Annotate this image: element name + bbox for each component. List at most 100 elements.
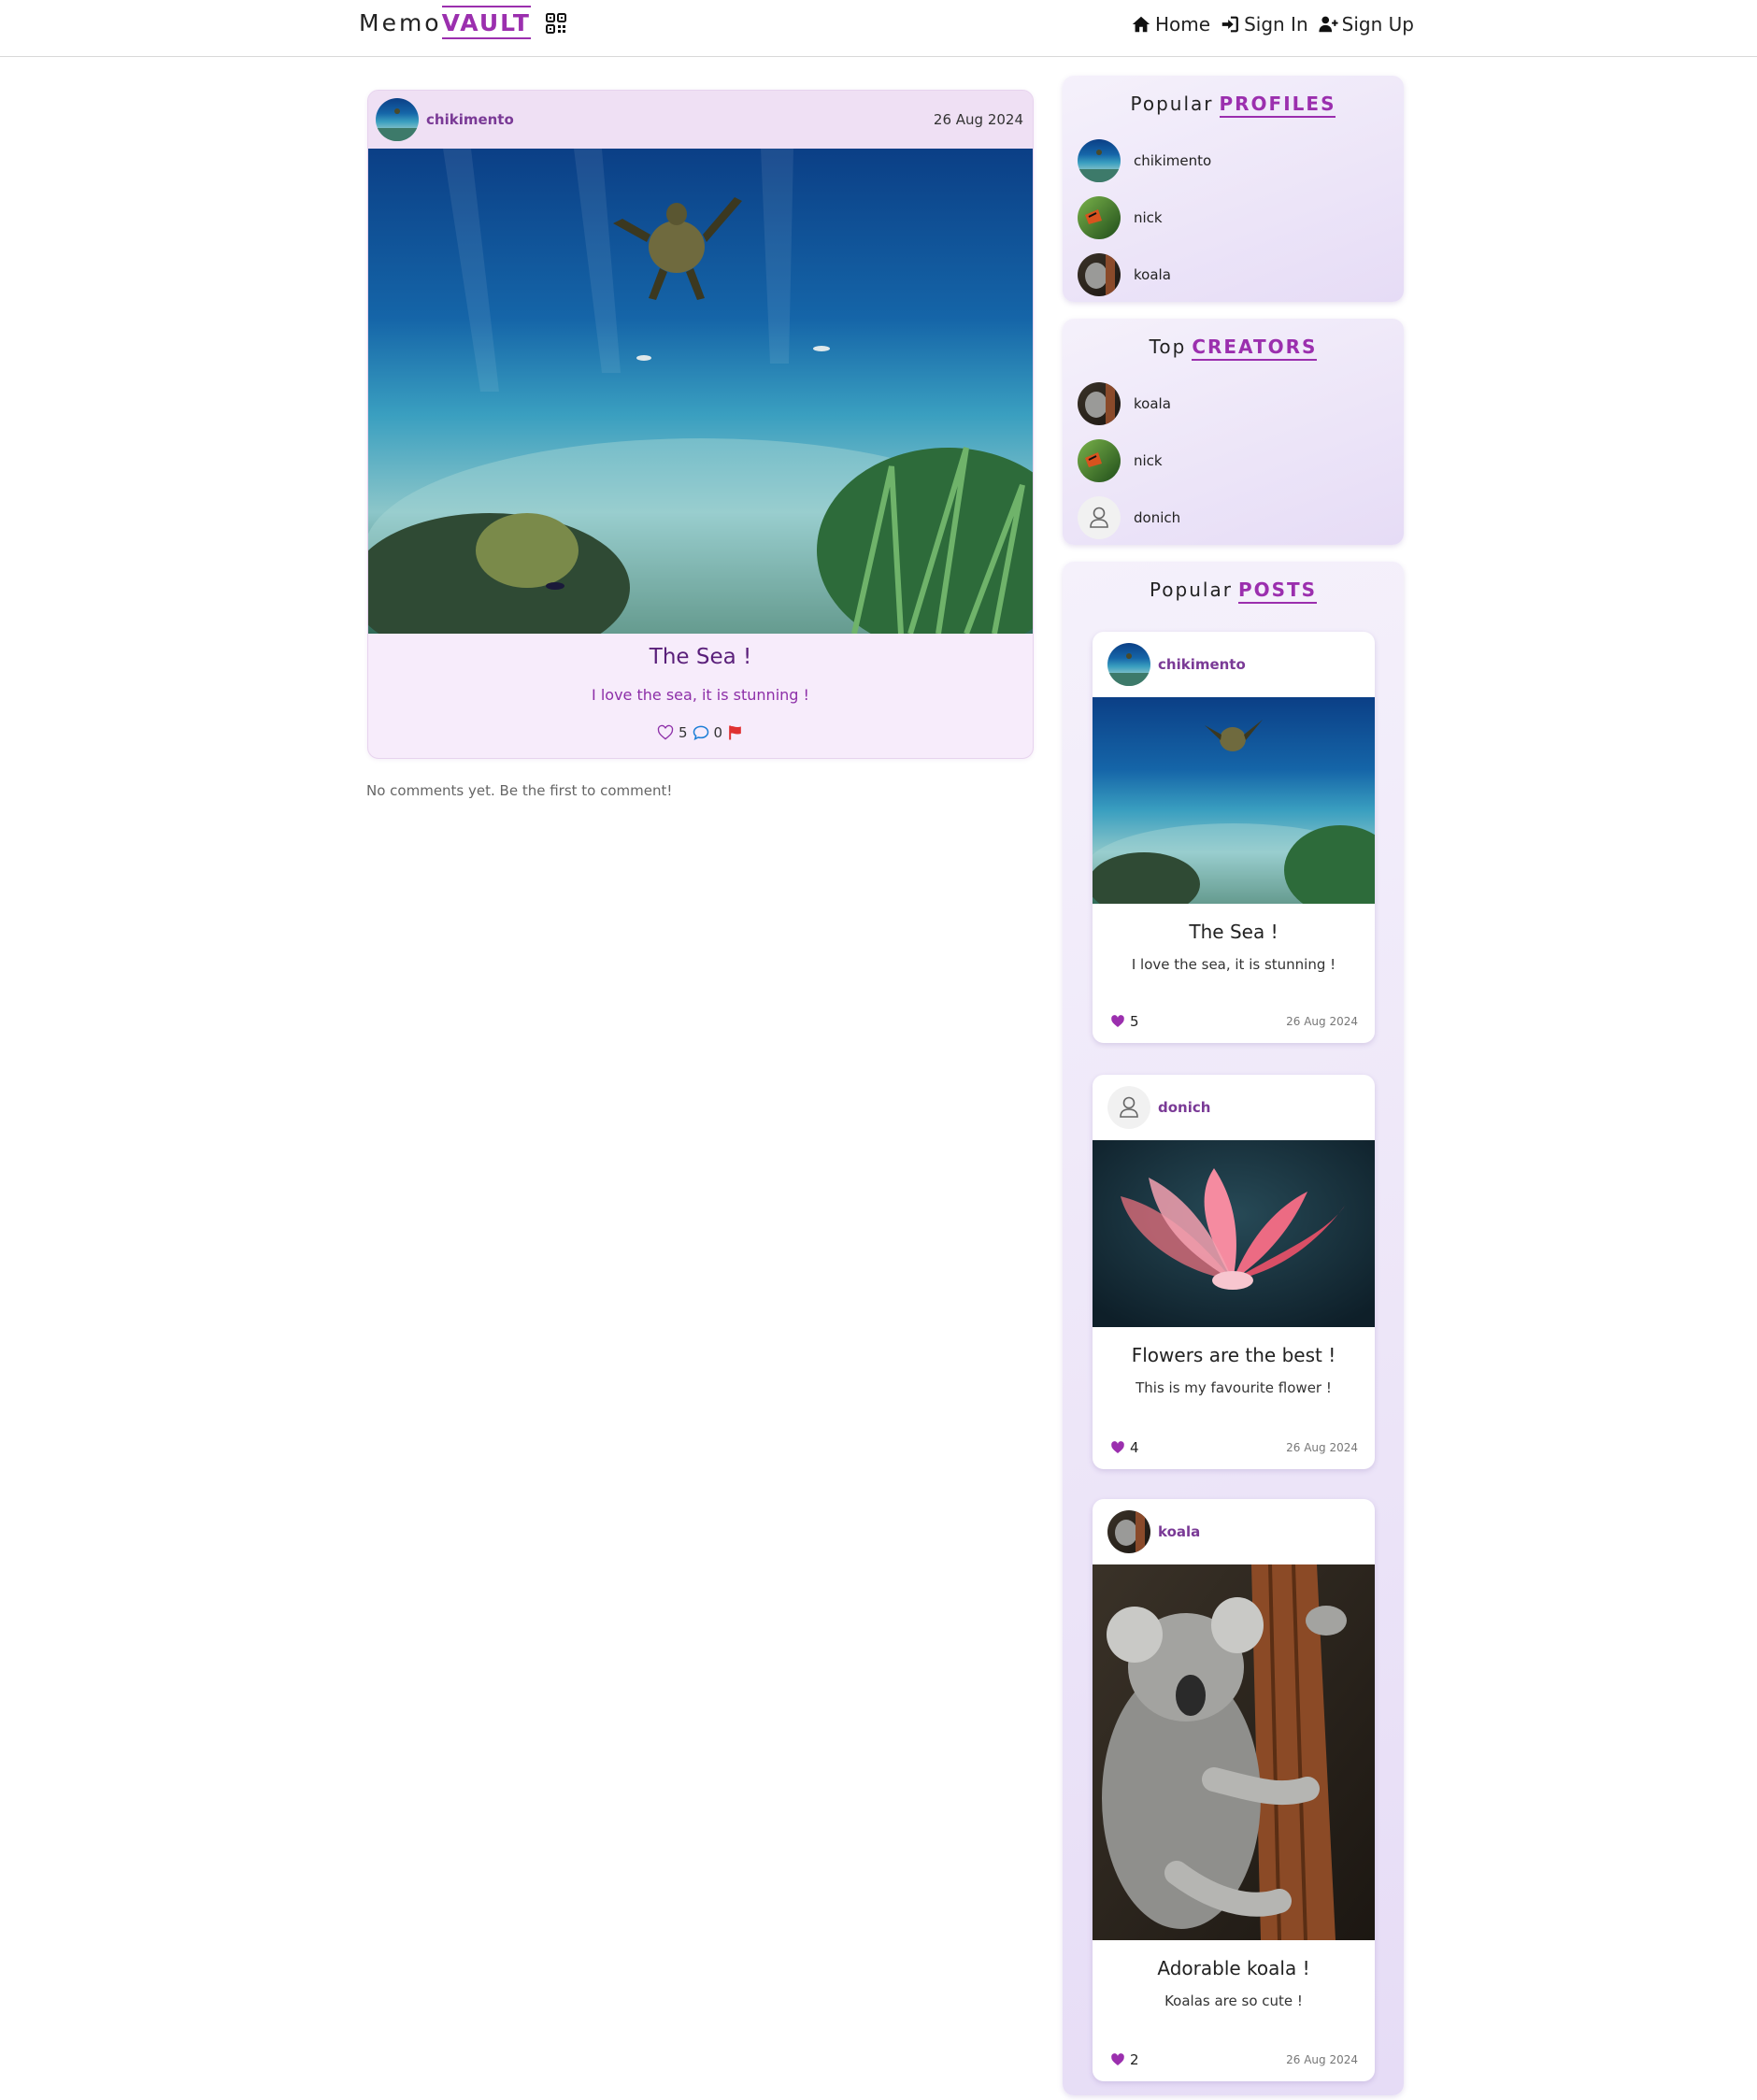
qr-code-icon xyxy=(546,13,566,34)
author-avatar[interactable] xyxy=(376,98,419,141)
popular-profiles-panel: Popular PROFILES chikimento nick koala xyxy=(1063,76,1404,302)
user-plus-icon xyxy=(1319,16,1338,33)
creator-item[interactable]: koala xyxy=(1078,375,1404,432)
mini-author-avatar xyxy=(1107,643,1150,686)
popular-profiles-title: Popular PROFILES xyxy=(1063,93,1404,118)
nav-sign-in-label: Sign In xyxy=(1244,13,1308,36)
heart-filled-icon xyxy=(1111,1015,1124,1027)
profile-item[interactable]: koala xyxy=(1078,246,1404,303)
nav-links: Home Sign In Sign Up xyxy=(1131,13,1414,36)
creator-item[interactable]: donich xyxy=(1078,489,1404,546)
mini-post-image xyxy=(1093,1140,1375,1327)
mini-like-count: 5 xyxy=(1130,1013,1139,1030)
mini-like-button[interactable]: 5 xyxy=(1109,1013,1139,1030)
post-date: 26 Aug 2024 xyxy=(933,111,1023,128)
brand-logo[interactable]: Memo VAULT xyxy=(359,6,566,43)
mini-post-header: chikimento xyxy=(1093,632,1375,697)
mini-author-avatar xyxy=(1107,1510,1150,1553)
creator-name: nick xyxy=(1134,451,1163,469)
panel-title-accent: CREATORS xyxy=(1192,336,1318,361)
creator-name: koala xyxy=(1134,394,1171,412)
top-creators-title: Top CREATORS xyxy=(1063,336,1404,361)
popular-post-card[interactable]: chikimento The Sea ! I love the sea, it … xyxy=(1093,632,1375,1043)
post-title: The Sea ! xyxy=(649,645,752,669)
mini-post-description: This is my favourite flower ! xyxy=(1136,1379,1332,1396)
post-image xyxy=(368,149,1033,634)
comment-count: 0 xyxy=(713,724,723,741)
comment-icon xyxy=(693,725,708,741)
brand-memo-text: Memo xyxy=(359,9,442,36)
comment-button[interactable]: 0 xyxy=(692,723,723,742)
report-button[interactable] xyxy=(726,723,745,742)
no-comments-text: No comments yet. Be the first to comment… xyxy=(366,782,673,799)
profile-list: chikimento nick koala xyxy=(1063,132,1404,303)
post-header: chikimento 26 Aug 2024 xyxy=(368,91,1033,149)
panel-title-plain: Popular xyxy=(1130,93,1214,115)
like-button[interactable]: 5 xyxy=(656,723,688,742)
panel-title-plain: Top xyxy=(1149,336,1187,358)
post-description: I love the sea, it is stunning ! xyxy=(592,686,809,704)
nav-sign-up-label: Sign Up xyxy=(1341,13,1414,36)
mini-post-header: donich xyxy=(1093,1075,1375,1140)
mini-post-header: koala xyxy=(1093,1499,1375,1564)
panel-title-accent: PROFILES xyxy=(1219,93,1336,118)
mini-author-link[interactable]: koala xyxy=(1158,1523,1200,1540)
mini-like-count: 4 xyxy=(1130,1439,1139,1456)
mini-like-count: 2 xyxy=(1130,2051,1139,2068)
default-user-avatar-icon xyxy=(1107,1086,1150,1129)
mini-post-image xyxy=(1093,697,1375,904)
sign-in-icon xyxy=(1221,16,1238,33)
brand-vault-text: VAULT xyxy=(441,6,531,39)
navbar: Memo VAULT Home Sign In Sign Up xyxy=(0,0,1757,57)
post-stats: 5 0 xyxy=(368,723,1033,742)
mini-post-footer: 4 26 Aug 2024 xyxy=(1109,1439,1358,1456)
mini-post-footer: 5 26 Aug 2024 xyxy=(1109,1013,1358,1030)
mini-post-image xyxy=(1093,1564,1375,1940)
creator-avatar xyxy=(1078,381,1121,425)
creator-list: koala nick donich xyxy=(1063,375,1404,546)
mini-post-date: 26 Aug 2024 xyxy=(1286,1441,1358,1454)
creator-avatar xyxy=(1078,438,1121,482)
nav-sign-in-link[interactable]: Sign In xyxy=(1220,13,1308,36)
mini-post-title: Flowers are the best ! xyxy=(1131,1344,1336,1366)
profile-name: koala xyxy=(1134,265,1171,283)
popular-post-card[interactable]: donich Flowers are the best ! This is my… xyxy=(1093,1075,1375,1469)
home-icon xyxy=(1132,16,1150,33)
mini-post-description: I love the sea, it is stunning ! xyxy=(1131,956,1336,973)
mini-like-button[interactable]: 4 xyxy=(1109,1439,1139,1456)
heart-filled-icon xyxy=(1111,1441,1124,1453)
like-count: 5 xyxy=(678,724,688,741)
profile-item[interactable]: nick xyxy=(1078,189,1404,246)
top-creators-panel: Top CREATORS koala nick donich xyxy=(1063,319,1404,545)
panel-title-accent: POSTS xyxy=(1237,579,1318,604)
mini-post-description: Koalas are so cute ! xyxy=(1164,1993,1303,2009)
post-author-link[interactable]: chikimento xyxy=(426,111,514,128)
profile-avatar xyxy=(1078,195,1121,239)
nav-home-link[interactable]: Home xyxy=(1131,13,1210,36)
profile-item[interactable]: chikimento xyxy=(1078,132,1404,189)
post-card: chikimento 26 Aug 2024 The Sea ! I love … xyxy=(367,90,1034,759)
popular-posts-title: Popular POSTS xyxy=(1063,579,1404,604)
mini-post-date: 26 Aug 2024 xyxy=(1286,1015,1358,1028)
heart-outline-icon xyxy=(657,724,674,740)
mini-post-footer: 2 26 Aug 2024 xyxy=(1109,2051,1358,2068)
nav-sign-up-link[interactable]: Sign Up xyxy=(1318,13,1414,36)
mini-post-title: Adorable koala ! xyxy=(1157,1957,1310,1979)
mini-author-link[interactable]: donich xyxy=(1158,1099,1210,1116)
mini-like-button[interactable]: 2 xyxy=(1109,2051,1139,2068)
default-user-avatar-icon xyxy=(1078,495,1121,539)
profile-name: chikimento xyxy=(1134,151,1212,169)
profile-avatar xyxy=(1078,138,1121,182)
mini-post-date: 26 Aug 2024 xyxy=(1286,2053,1358,2066)
profile-avatar xyxy=(1078,252,1121,296)
flag-icon xyxy=(729,725,741,740)
panel-title-plain: Popular xyxy=(1149,579,1233,601)
popular-post-card[interactable]: koala Adorable koala ! Koalas are so cut… xyxy=(1093,1499,1375,2081)
profile-name: nick xyxy=(1134,208,1163,226)
creator-name: donich xyxy=(1134,508,1181,526)
heart-filled-icon xyxy=(1111,2053,1124,2065)
nav-home-label: Home xyxy=(1155,13,1211,36)
mini-author-link[interactable]: chikimento xyxy=(1158,656,1246,673)
creator-item[interactable]: nick xyxy=(1078,432,1404,489)
mini-post-title: The Sea ! xyxy=(1189,921,1278,943)
